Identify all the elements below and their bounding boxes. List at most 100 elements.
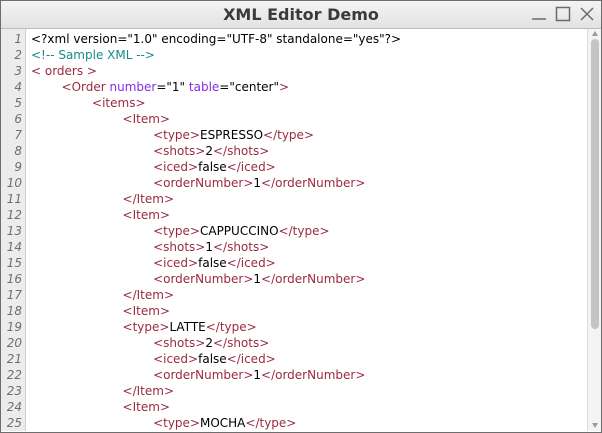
code-line[interactable]: <type>MOCHA</type> xyxy=(31,415,296,431)
line-number: 10 xyxy=(6,176,22,190)
code-line[interactable]: <Item> xyxy=(31,111,170,127)
code-line[interactable]: </Item> xyxy=(31,287,174,303)
minimize-icon[interactable] xyxy=(529,4,549,24)
code-token: </Item> xyxy=(122,288,175,302)
code-line[interactable]: <type>CAPPUCCINO</type> xyxy=(31,223,329,239)
code-token: 2 xyxy=(205,336,213,350)
code-token: > xyxy=(279,80,290,94)
code-token: false xyxy=(198,352,227,366)
code-token: <items> xyxy=(92,96,146,110)
line-number: 17 xyxy=(6,288,22,302)
code-line[interactable]: </Item> xyxy=(31,383,174,399)
code-token: </Item> xyxy=(122,384,175,398)
code-token: number xyxy=(109,80,157,94)
code-line[interactable]: <orderNumber>1</orderNumber> xyxy=(31,367,365,383)
code-token: < orders > xyxy=(31,64,97,78)
line-number: 23 xyxy=(6,384,22,398)
code-editor[interactable]: 1 2 3 4 5 6 7 8 9 10 11 12 13 14 15 16 17 18 19 20 21 22 23 24 2… xyxy=(1,29,587,431)
scroll-up-icon[interactable] xyxy=(591,30,599,38)
code-token: </iced> xyxy=(226,256,276,270)
code-token: table xyxy=(188,80,220,94)
code-token: false xyxy=(198,160,227,174)
line-number: 13 xyxy=(6,224,22,238)
code-line[interactable]: <iced>false</iced> xyxy=(31,255,276,271)
code-line[interactable]: <shots>2</shots> xyxy=(31,143,269,159)
line-number: 2 xyxy=(14,48,22,62)
editor-window: XML Editor Demo 1 2 3 4 5 6 7 8 9 10 11 12 13 14 15 16 1… xyxy=(0,0,602,433)
code-token: <Item> xyxy=(122,112,170,126)
code-line[interactable]: <!-- Sample XML --> xyxy=(31,47,155,63)
code-token: </shots> xyxy=(212,144,270,158)
line-number: 25 xyxy=(6,416,22,430)
code-line[interactable]: <items> xyxy=(31,95,146,111)
code-token: <iced> xyxy=(153,352,199,366)
line-number: 21 xyxy=(6,352,22,366)
line-number: 16 xyxy=(6,272,22,286)
line-number: 7 xyxy=(14,128,22,142)
window-title: XML Editor Demo xyxy=(223,5,379,24)
code-token: </orderNumber> xyxy=(261,176,366,190)
code-line[interactable]: </Item> xyxy=(31,191,174,207)
code-token: <iced> xyxy=(153,160,199,174)
code-line[interactable]: <shots>2</shots> xyxy=(31,335,269,351)
code-token: <Item> xyxy=(122,208,170,222)
line-number: 9 xyxy=(14,160,22,174)
code-token: <type> xyxy=(153,224,200,238)
code-token: </orderNumber> xyxy=(261,368,366,382)
code-token: <orderNumber> xyxy=(153,176,254,190)
code-token: </Item> xyxy=(122,192,175,206)
code-token: <shots> xyxy=(153,336,206,350)
code-line[interactable]: <shots>1</shots> xyxy=(31,239,269,255)
code-token: </shots> xyxy=(212,240,270,254)
code-token: <Item> xyxy=(122,304,170,318)
code-token: 2 xyxy=(205,144,213,158)
code-line[interactable]: <iced>false</iced> xyxy=(31,159,276,175)
code-line[interactable]: <iced>false</iced> xyxy=(31,351,276,367)
line-number: 19 xyxy=(6,320,22,334)
line-number: 24 xyxy=(6,400,22,414)
line-number: 20 xyxy=(6,336,22,350)
code-line[interactable]: <type>ESPRESSO</type> xyxy=(31,127,314,143)
code-line[interactable]: <Order number="1" table="center"> xyxy=(31,79,290,95)
title-bar[interactable]: XML Editor Demo xyxy=(1,1,601,29)
line-number: 22 xyxy=(6,368,22,382)
code-token: 1 xyxy=(253,368,262,382)
line-number: 5 xyxy=(14,96,22,110)
code-line[interactable]: <orderNumber>1</orderNumber> xyxy=(31,271,365,287)
code-token: </type> xyxy=(205,320,257,334)
close-icon[interactable] xyxy=(577,4,597,24)
code-token: 1 xyxy=(253,176,262,190)
code-line[interactable]: <Item> xyxy=(31,207,170,223)
code-token: ="center" xyxy=(219,80,279,94)
code-token: ESPRESSO xyxy=(199,128,264,142)
code-line[interactable]: <orderNumber>1</orderNumber> xyxy=(31,175,365,191)
code-line[interactable]: < orders > xyxy=(31,63,97,79)
code-line[interactable]: <Item> xyxy=(31,399,170,415)
code-line[interactable]: <type>LATTE</type> xyxy=(31,319,257,335)
line-number: 18 xyxy=(6,304,22,318)
line-number: 14 xyxy=(6,240,22,254)
line-number: 12 xyxy=(6,208,22,222)
line-number: 1 xyxy=(14,32,22,46)
code-token: </orderNumber> xyxy=(261,272,366,286)
maximize-icon[interactable] xyxy=(553,4,573,24)
scrollbar-thumb[interactable] xyxy=(591,39,599,329)
code-token: 1 xyxy=(253,272,262,286)
vertical-scrollbar[interactable] xyxy=(587,29,601,431)
code-line[interactable]: <Item> xyxy=(31,303,170,319)
line-number: 8 xyxy=(14,144,22,158)
scroll-down-icon[interactable] xyxy=(591,421,599,429)
code-line[interactable]: <?xml version="1.0" encoding="UTF-8" sta… xyxy=(31,31,401,47)
